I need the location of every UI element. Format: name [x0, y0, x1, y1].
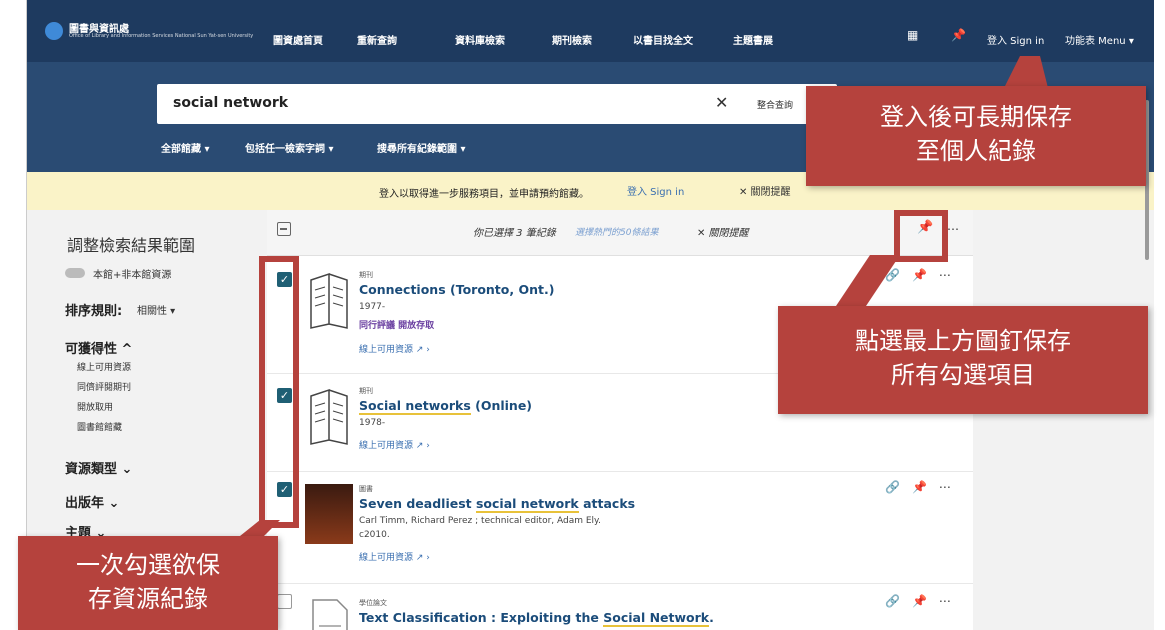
facet-availability[interactable]: 可獲得性 ^ — [65, 338, 132, 357]
facet-pub-year[interactable]: 出版年 ⌄ — [65, 492, 119, 511]
book-cover-thumbnail — [305, 484, 353, 544]
journal-icon — [310, 272, 348, 329]
selection-count: 你已選擇 3 筆紀錄 — [473, 228, 556, 239]
link-icon[interactable]: 🔗 — [885, 480, 900, 494]
sort-label: 排序規則: — [65, 304, 123, 319]
record-authors: Carl Timm, Richard Perez ; technical edi… — [359, 516, 601, 526]
record-item[interactable]: 學位論文 Text Classification : Exploiting th… — [267, 584, 973, 630]
record-type: 期刊 — [359, 271, 373, 279]
sort-select[interactable]: 相關性 ▾ — [137, 302, 175, 317]
filter-match-terms[interactable]: 包括任一檢索字詞 ▾ — [245, 140, 334, 155]
logo-subtitle: Office of Library and Information Servic… — [69, 33, 254, 39]
pin-icon[interactable]: 📌 — [951, 28, 966, 42]
more-icon[interactable]: ⋯ — [939, 594, 951, 608]
search-input[interactable]: social network ✕ 整合查詢 — [157, 84, 837, 124]
facet-resource-type[interactable]: 資源類型 ⌄ — [65, 458, 132, 477]
record-item[interactable]: ✓ 圖書 Seven deadliest social network atta… — [267, 472, 973, 584]
callout-check-records: 一次勾選欲保 存資源紀錄 — [18, 536, 278, 630]
notice-text: 登入以取得進一步服務項目，並申請預約館藏。 — [379, 189, 589, 200]
facet-item-peer-reviewed[interactable]: 同儕評閱期刊 — [77, 380, 131, 393]
nav-journals[interactable]: 期刊檢索 — [552, 32, 592, 47]
clear-search-icon[interactable]: ✕ — [715, 93, 728, 112]
scope-toggle[interactable] — [65, 268, 85, 278]
online-access-link[interactable]: 線上可用資源 ↗ › — [359, 342, 430, 355]
document-icon — [312, 599, 348, 630]
filter-collection[interactable]: 全部館藏 ▾ — [161, 140, 210, 155]
record-date: 1978- — [359, 418, 386, 428]
record-title[interactable]: Text Classification : Exploiting the Soc… — [359, 610, 714, 627]
qr-code-icon[interactable]: ▦ — [907, 28, 918, 42]
pin-icon[interactable]: 📌 — [912, 480, 927, 494]
search-query[interactable]: social network — [173, 95, 288, 111]
top-bar: 圖書與資訊處 Office of Library and Information… — [27, 0, 1154, 62]
sidebar-title: 調整檢索結果範圍 — [67, 236, 196, 255]
pin-icon[interactable]: 📌 — [912, 594, 927, 608]
more-icon[interactable]: ⋯ — [939, 480, 951, 494]
record-actions: 🔗 📌 ⋯ — [885, 594, 963, 608]
more-icon[interactable]: ⋯ — [939, 268, 951, 282]
record-type: 學位論文 — [359, 599, 387, 607]
filter-record-scope[interactable]: 搜尋所有紀錄範圍 ▾ — [377, 140, 466, 155]
nav-new-search[interactable]: 重新查詢 — [357, 32, 397, 47]
record-title[interactable]: Social networks (Online) — [359, 398, 532, 415]
record-title[interactable]: Seven deadliest social network attacks — [359, 496, 635, 513]
record-checkbox[interactable] — [277, 594, 292, 609]
library-logo[interactable]: 圖書與資訊處 Office of Library and Information… — [45, 20, 253, 44]
callout-pin-all: 點選最上方圖釘保存 所有勾選項目 — [778, 306, 1148, 414]
notice-close-button[interactable]: ✕ 關閉提醒 — [739, 183, 791, 198]
notice-signin-link[interactable]: 登入 Sign in — [627, 183, 684, 198]
callout-login-save: 登入後可長期保存 至個人紀錄 — [806, 86, 1146, 186]
checkbox-highlight — [259, 256, 299, 528]
record-actions: 🔗 📌 ⋯ — [885, 480, 963, 494]
online-access-link[interactable]: 線上可用資源 ↗ › — [359, 438, 430, 451]
search-scope-select[interactable]: 整合查詢 — [757, 98, 793, 111]
facet-item-library-holdings[interactable]: 圖書館館藏 — [77, 420, 122, 433]
record-date: c2010. — [359, 530, 390, 540]
nav-database[interactable]: 資料庫檢索 — [455, 32, 505, 47]
pin-icon[interactable]: 📌 — [912, 268, 927, 282]
nav-home[interactable]: 圖資處首頁 — [273, 32, 323, 47]
nav-book-exhibit[interactable]: 主題書展 — [733, 32, 773, 47]
facet-item-open-access[interactable]: 開放取用 — [77, 400, 113, 413]
link-icon[interactable]: 🔗 — [885, 594, 900, 608]
record-badges: 同行評議 開放存取 — [359, 321, 435, 331]
online-access-link[interactable]: 線上可用資源 ↗ › — [359, 550, 430, 563]
facet-item-online[interactable]: 線上可用資源 — [77, 360, 131, 373]
select-popular-link[interactable]: 選擇熱門的50條結果 — [575, 225, 658, 238]
scope-toggle-label: 本館+非本館資源 — [93, 270, 172, 281]
record-type: 圖書 — [359, 485, 373, 493]
record-type: 期刊 — [359, 387, 373, 395]
selection-bar: 你已選擇 3 筆紀錄 選擇熱門的50條結果 ✕ 關閉提醒 📌 ⋯ — [267, 210, 973, 256]
select-all-checkbox[interactable] — [277, 222, 291, 236]
record-title[interactable]: Connections (Toronto, Ont.) — [359, 282, 554, 297]
selection-close-button[interactable]: ✕ 關閉提醒 — [697, 224, 749, 239]
menu-button[interactable]: 功能表 Menu ▾ — [1065, 32, 1134, 47]
right-panel — [973, 210, 1154, 630]
record-date: 1977- — [359, 302, 386, 312]
more-actions-icon[interactable]: ⋯ — [947, 222, 959, 236]
journal-icon — [310, 388, 348, 445]
sign-in-link[interactable]: 登入 Sign in — [987, 32, 1044, 47]
logo-icon — [45, 22, 63, 40]
nav-citation-linker[interactable]: 以書目找全文 — [633, 32, 693, 47]
